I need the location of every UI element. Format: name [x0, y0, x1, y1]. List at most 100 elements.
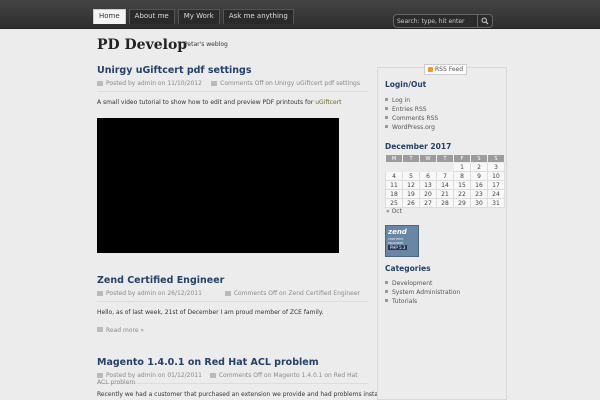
calendar-day: 3 — [487, 162, 505, 172]
calendar-empty-cell — [385, 162, 403, 172]
calendar-day-header: T — [436, 154, 454, 163]
post-meta: Posted by admin on 01/12/2011 Comments O… — [97, 372, 368, 386]
badge-line2: PHP 5.3 — [388, 245, 408, 250]
category-link[interactable]: System Administration — [392, 289, 460, 296]
post-date: Posted by admin on 01/12/2011 — [106, 372, 202, 379]
calendar-day: 23 — [470, 189, 488, 199]
calendar-day: 13 — [419, 180, 437, 190]
comment-icon — [211, 81, 218, 86]
list-item[interactable]: Development — [385, 279, 501, 288]
video-player[interactable] — [97, 118, 339, 253]
post-excerpt: Hello, as of last week, 21st of December… — [97, 309, 324, 316]
calendar-day-header: S — [470, 154, 488, 163]
top-navigation-bar: Home About me My Work Ask me anything — [0, 0, 600, 29]
calendar-day: 18 — [385, 189, 403, 199]
list-item[interactable]: Log in — [385, 96, 501, 105]
site-title[interactable]: PD Develop — [97, 37, 187, 53]
sidebar: RSS Feed Login/Out Log in Entries RSS Co… — [377, 64, 507, 400]
author-icon — [97, 81, 103, 86]
calendar-day: 1 — [453, 162, 471, 172]
search-button[interactable] — [477, 15, 492, 27]
tab-about-me[interactable]: About me — [128, 9, 175, 24]
post-date: Posted by admin on 26/12/2011 — [106, 290, 202, 297]
list-item[interactable]: System Administration — [385, 288, 501, 297]
post-meta: Posted by admin on 11/10/2012 Comments O… — [97, 80, 368, 92]
calendar-empty-cell — [402, 162, 420, 172]
read-more-label[interactable]: Read more » — [106, 327, 144, 334]
zend-certified-badge[interactable]: zend CERTIFIED ENGINEER PHP 5.3 — [385, 225, 419, 257]
calendar-day: 24 — [487, 189, 505, 199]
badge-line1: CERTIFIED ENGINEER — [388, 237, 404, 245]
post-title[interactable]: Unirgy uGiftcert pdf settings — [97, 65, 252, 76]
calendar-empty-cell — [436, 162, 454, 172]
post-comments[interactable]: Comments Off on Zend Certified Engineer — [224, 290, 360, 297]
comments-link[interactable]: Comments Off on Zend Certified Engineer — [234, 290, 360, 297]
author-icon — [97, 291, 103, 296]
calendar-day: 17 — [487, 180, 505, 190]
entries-rss-link[interactable]: Entries RSS — [392, 106, 427, 113]
calendar: MTWTFSS 1 2 3 4 5 6 7 8 9 10 11 12 13 14 15 16 17 18 19 20 2… — [385, 154, 505, 208]
search-input[interactable] — [397, 16, 477, 26]
wordpress-org-link[interactable]: WordPress.org — [392, 124, 435, 131]
comment-icon — [209, 373, 216, 378]
rss-feed-button[interactable]: RSS Feed — [424, 64, 468, 75]
calendar-week: 4 5 6 7 8 9 10 — [385, 171, 505, 181]
comments-rss-link[interactable]: Comments RSS — [392, 115, 438, 122]
calendar-day: 22 — [453, 189, 471, 199]
post-title[interactable]: Magento 1.4.0.1 on Red Hat ACL problem — [97, 357, 319, 368]
calendar-day: 10 — [487, 171, 505, 181]
calendar-day-header: W — [419, 154, 437, 163]
tab-ask-me-anything[interactable]: Ask me anything — [222, 9, 294, 24]
ugiftcert-link[interactable]: uGiftcert — [315, 99, 341, 106]
calendar-day: 9 — [470, 171, 488, 181]
calendar-day: 12 — [402, 180, 420, 190]
categories-title: Categories — [385, 264, 431, 273]
excerpt-text: A small video tutorial to show how to ed… — [97, 99, 316, 106]
post-meta: Posted by admin on 26/12/2011 Comments O… — [97, 290, 368, 302]
categories-list: Development System Administration Tutori… — [385, 279, 501, 306]
calendar-day: 4 — [385, 171, 403, 181]
category-link[interactable]: Tutorials — [392, 298, 417, 305]
calendar-day: 21 — [436, 189, 454, 199]
calendar-day: 2 — [470, 162, 488, 172]
calendar-day: 20 — [419, 189, 437, 199]
calendar-day-header: F — [453, 154, 471, 163]
badge-brand: zend — [388, 228, 407, 236]
calendar-day: 7 — [436, 171, 454, 181]
post-comments[interactable]: Comments Off on Unirgy uGiftcert pdf set… — [211, 80, 360, 87]
calendar-empty-cell — [419, 162, 437, 172]
calendar-day: 14 — [436, 180, 454, 190]
read-more-link[interactable]: Read more » — [97, 327, 144, 334]
calendar-day: 6 — [419, 171, 437, 181]
calendar-week: 11 12 13 14 15 16 17 — [385, 180, 505, 190]
calendar-day: 5 — [402, 171, 420, 181]
post-excerpt: A small video tutorial to show how to ed… — [97, 99, 342, 106]
calendar-day: 15 — [453, 180, 471, 190]
calendar-day-header: M — [385, 154, 403, 163]
calendar-week: 18 19 20 21 22 23 24 — [385, 189, 505, 199]
search-box — [393, 14, 493, 28]
calendar-day-header: T — [402, 154, 420, 163]
list-item[interactable]: Entries RSS — [385, 105, 501, 114]
list-item[interactable]: Comments RSS — [385, 114, 501, 123]
calendar-prev-month-link[interactable]: « Oct — [386, 208, 402, 215]
site-tagline: Petar's weblog — [184, 41, 228, 48]
calendar-day: 19 — [402, 189, 420, 199]
calendar-day: 16 — [470, 180, 488, 190]
calendar-day: 29 — [453, 198, 471, 208]
calendar-title: December 2017 — [385, 142, 452, 151]
rss-label[interactable]: RSS Feed — [435, 66, 463, 73]
login-link[interactable]: Log in — [392, 97, 410, 104]
category-link[interactable]: Development — [392, 280, 432, 287]
calendar-day: 8 — [453, 171, 471, 181]
rss-icon — [428, 66, 433, 72]
post-date: Posted by admin on 11/10/2012 — [106, 80, 202, 87]
calendar-day: 27 — [419, 198, 437, 208]
tab-my-work[interactable]: My Work — [177, 9, 220, 24]
comments-link[interactable]: Comments Off on Unirgy uGiftcert pdf set… — [220, 80, 360, 87]
tab-home[interactable]: Home — [93, 9, 126, 24]
list-item[interactable]: Tutorials — [385, 297, 501, 306]
arrow-icon — [97, 327, 103, 332]
post-title[interactable]: Zend Certified Engineer — [97, 275, 224, 286]
list-item[interactable]: WordPress.org — [385, 123, 501, 132]
